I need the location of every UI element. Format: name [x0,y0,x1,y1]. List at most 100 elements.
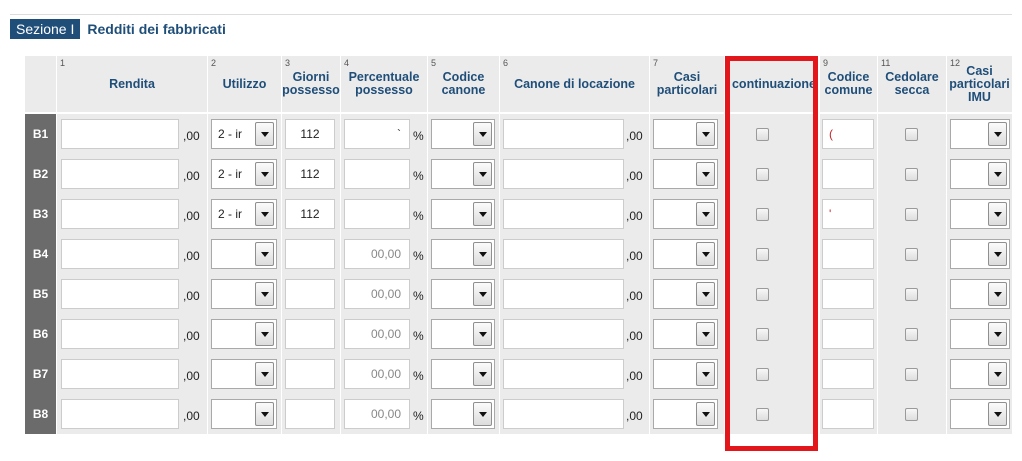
cedolare-secca-checkbox[interactable] [905,248,918,261]
giorni-possesso-input[interactable] [285,239,335,269]
percentuale-possesso-input[interactable]: 00,00 [344,319,410,349]
canone-locazione-input[interactable] [503,199,624,229]
codice-canone-select[interactable] [431,199,495,229]
giorni-possesso-input[interactable] [285,279,335,309]
casi-particolari-select[interactable] [653,239,718,269]
casi-particolari-select[interactable] [653,399,718,429]
rendita-input[interactable] [61,199,179,229]
utilizzo-select[interactable] [211,319,277,349]
continuazione-checkbox[interactable] [756,128,769,141]
continuazione-checkbox[interactable] [756,328,769,341]
codice-comune-input[interactable]: ' [822,199,874,229]
cedolare-secca-checkbox[interactable] [905,328,918,341]
casi-particolari-imu-select[interactable] [950,359,1010,389]
codice-canone-select[interactable] [431,319,495,349]
codice-comune-input[interactable]: ( [822,119,874,149]
cedolare-secca-checkbox[interactable] [905,408,918,421]
canone-locazione-input[interactable] [503,159,624,189]
chevron-down-icon[interactable] [255,122,274,146]
casi-particolari-select[interactable] [653,359,718,389]
continuazione-checkbox[interactable] [756,168,769,181]
cedolare-secca-checkbox[interactable] [905,168,918,181]
chevron-down-icon[interactable] [255,242,274,266]
codice-canone-select[interactable] [431,359,495,389]
rendita-input[interactable] [61,359,179,389]
utilizzo-select[interactable]: 2 - ir [211,199,277,229]
casi-particolari-imu-select[interactable] [950,159,1010,189]
chevron-down-icon[interactable] [473,162,492,186]
chevron-down-icon[interactable] [473,282,492,306]
codice-comune-input[interactable] [822,159,874,189]
casi-particolari-select[interactable] [653,119,718,149]
casi-particolari-select[interactable] [653,319,718,349]
chevron-down-icon[interactable] [473,202,492,226]
chevron-down-icon[interactable] [255,402,274,426]
codice-comune-input[interactable] [822,399,874,429]
chevron-down-icon[interactable] [988,282,1007,306]
codice-comune-input[interactable] [822,239,874,269]
chevron-down-icon[interactable] [696,122,715,146]
casi-particolari-imu-select[interactable] [950,399,1010,429]
canone-locazione-input[interactable] [503,319,624,349]
giorni-possesso-input[interactable] [285,319,335,349]
codice-comune-input[interactable] [822,319,874,349]
continuazione-checkbox[interactable] [756,288,769,301]
codice-canone-select[interactable] [431,399,495,429]
chevron-down-icon[interactable] [696,402,715,426]
percentuale-possesso-input[interactable]: 00,00 [344,359,410,389]
continuazione-checkbox[interactable] [756,248,769,261]
casi-particolari-imu-select[interactable] [950,119,1010,149]
chevron-down-icon[interactable] [255,322,274,346]
cedolare-secca-checkbox[interactable] [905,128,918,141]
chevron-down-icon[interactable] [255,162,274,186]
rendita-input[interactable] [61,279,179,309]
canone-locazione-input[interactable] [503,239,624,269]
chevron-down-icon[interactable] [988,242,1007,266]
utilizzo-select[interactable]: 2 - ir [211,119,277,149]
codice-canone-select[interactable] [431,159,495,189]
percentuale-possesso-input[interactable] [344,159,410,189]
utilizzo-select[interactable] [211,279,277,309]
percentuale-possesso-input[interactable]: 00,00 [344,279,410,309]
canone-locazione-input[interactable] [503,119,624,149]
casi-particolari-select[interactable] [653,279,718,309]
utilizzo-select[interactable] [211,239,277,269]
chevron-down-icon[interactable] [255,282,274,306]
chevron-down-icon[interactable] [473,122,492,146]
chevron-down-icon[interactable] [255,202,274,226]
rendita-input[interactable] [61,119,179,149]
giorni-possesso-input[interactable] [285,359,335,389]
casi-particolari-select[interactable] [653,159,718,189]
chevron-down-icon[interactable] [473,242,492,266]
cedolare-secca-checkbox[interactable] [905,208,918,221]
cedolare-secca-checkbox[interactable] [905,288,918,301]
chevron-down-icon[interactable] [696,322,715,346]
casi-particolari-imu-select[interactable] [950,319,1010,349]
utilizzo-select[interactable] [211,359,277,389]
chevron-down-icon[interactable] [988,162,1007,186]
chevron-down-icon[interactable] [696,362,715,386]
chevron-down-icon[interactable] [696,282,715,306]
chevron-down-icon[interactable] [696,202,715,226]
percentuale-possesso-input[interactable] [344,199,410,229]
chevron-down-icon[interactable] [696,162,715,186]
percentuale-possesso-input[interactable]: 00,00 [344,239,410,269]
codice-canone-select[interactable] [431,279,495,309]
utilizzo-select[interactable] [211,399,277,429]
continuazione-checkbox[interactable] [756,208,769,221]
continuazione-checkbox[interactable] [756,408,769,421]
chevron-down-icon[interactable] [255,362,274,386]
chevron-down-icon[interactable] [473,402,492,426]
chevron-down-icon[interactable] [988,402,1007,426]
chevron-down-icon[interactable] [473,362,492,386]
rendita-input[interactable] [61,239,179,269]
rendita-input[interactable] [61,159,179,189]
casi-particolari-imu-select[interactable] [950,199,1010,229]
canone-locazione-input[interactable] [503,359,624,389]
giorni-possesso-input[interactable] [285,399,335,429]
codice-comune-input[interactable] [822,279,874,309]
cedolare-secca-checkbox[interactable] [905,368,918,381]
giorni-possesso-input[interactable]: 112 [285,159,335,189]
giorni-possesso-input[interactable]: 112 [285,199,335,229]
chevron-down-icon[interactable] [988,122,1007,146]
